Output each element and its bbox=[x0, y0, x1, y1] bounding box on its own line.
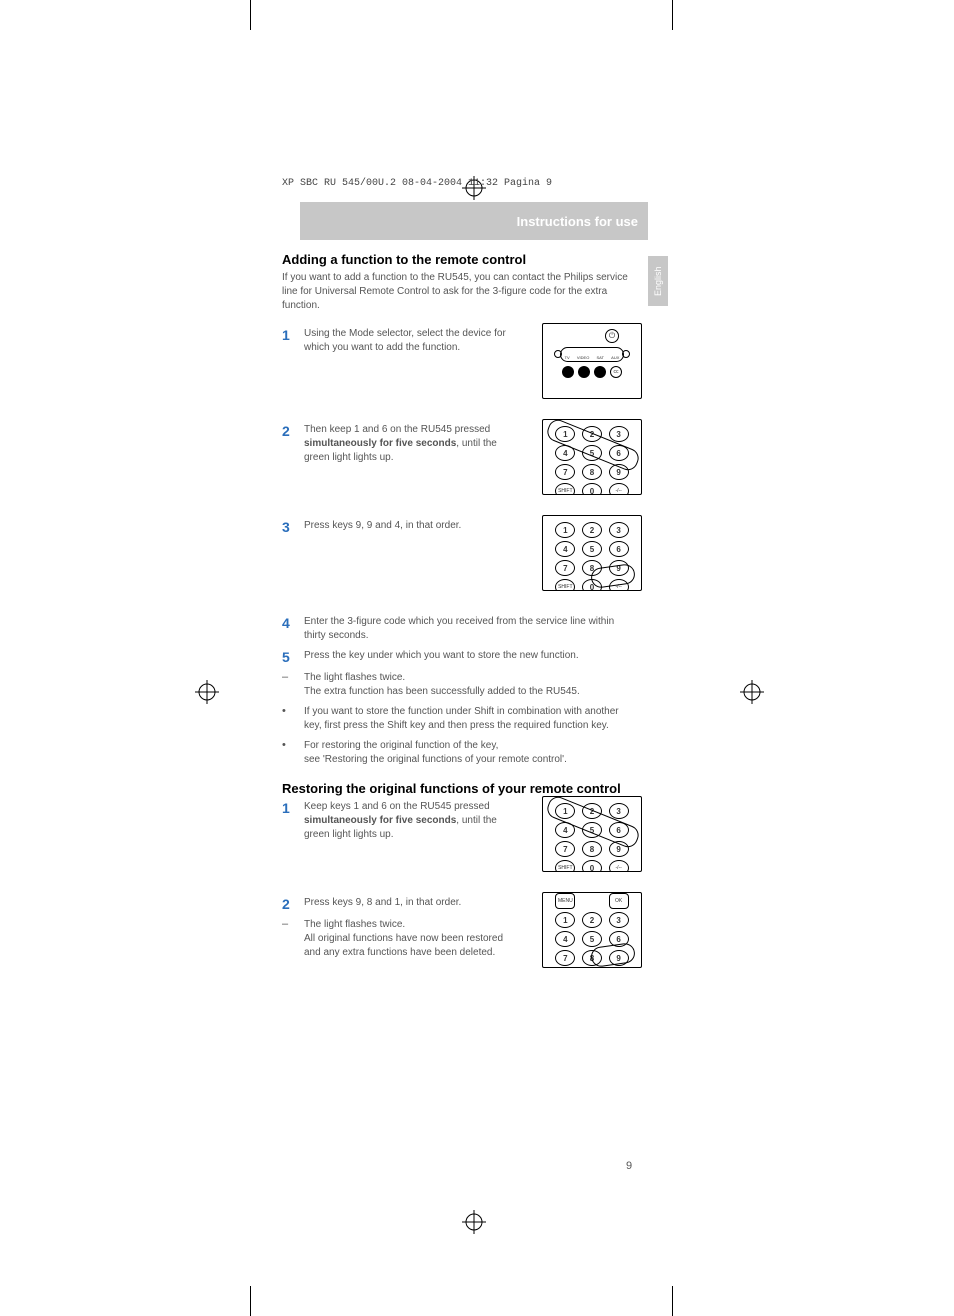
step5-number: 5 bbox=[282, 649, 304, 665]
page: XP SBC RU 545/00U.2 08-04-2004 11:32 Pag… bbox=[0, 0, 954, 1316]
step3-text: Press keys 9, 9 and 4, in that order. bbox=[304, 519, 514, 535]
section2-title: Restoring the original functions of your… bbox=[282, 781, 638, 796]
power-icon: ⏻ bbox=[605, 329, 619, 343]
step4: 4 Enter the 3-figure code which you rece… bbox=[282, 615, 638, 643]
step1-number: 1 bbox=[282, 327, 304, 355]
s2-step2-number: 2 bbox=[282, 896, 304, 912]
figure-mode-selector: ⏻ TVVIDEOSATAUX cc bbox=[542, 323, 642, 399]
step2-text: Then keep 1 and 6 on the RU545 pressed s… bbox=[304, 423, 514, 465]
language-tab: English bbox=[648, 256, 668, 306]
step5: 5 Press the key under which you want to … bbox=[282, 649, 638, 665]
dash1-text: The light flashes twice. The extra funct… bbox=[304, 671, 580, 699]
step2-number: 2 bbox=[282, 423, 304, 465]
mode-slider: TVVIDEOSATAUX bbox=[560, 347, 624, 362]
s2-step2-text: Press keys 9, 8 and 1, in that order. bbox=[304, 896, 514, 912]
step5-text: Press the key under which you want to st… bbox=[304, 649, 579, 665]
step-dash1: – The light flashes twice. The extra fun… bbox=[282, 671, 638, 699]
s2-step1-block: 1 Keep keys 1 and 6 on the RU545 pressed… bbox=[282, 800, 638, 888]
figure-keypad-981: MENUOK 123 456 789 bbox=[542, 892, 642, 968]
s2-step1-number: 1 bbox=[282, 800, 304, 842]
step4-number: 4 bbox=[282, 615, 304, 643]
s2-dash1-text: The light flashes twice. All original fu… bbox=[304, 918, 514, 960]
section1-title: Adding a function to the remote control bbox=[282, 252, 638, 267]
header-line: XP SBC RU 545/00U.2 08-04-2004 11:32 Pag… bbox=[282, 178, 552, 189]
content: Adding a function to the remote control … bbox=[282, 252, 638, 992]
s2-step2-block: 2 Press keys 9, 8 and 1, in that order. … bbox=[282, 896, 638, 984]
registration-mark-icon bbox=[195, 680, 219, 704]
step1-text: Using the Mode selector, select the devi… bbox=[304, 327, 514, 355]
page-number: 9 bbox=[626, 1160, 632, 1172]
bullet1: • If you want to store the function unde… bbox=[282, 705, 638, 733]
bullet1-text: If you want to store the function under … bbox=[304, 705, 638, 733]
bullet2: • For restoring the original function of… bbox=[282, 739, 638, 767]
step3-number: 3 bbox=[282, 519, 304, 535]
step2-block: 2 Then keep 1 and 6 on the RU545 pressed… bbox=[282, 423, 638, 511]
registration-mark-icon bbox=[740, 680, 764, 704]
step3-block: 3 Press keys 9, 9 and 4, in that order. … bbox=[282, 519, 638, 607]
step1-block: 1 Using the Mode selector, select the de… bbox=[282, 327, 638, 415]
figure-keypad-1-6-b: 123 456 789 SHIFT0-/-- bbox=[542, 796, 642, 872]
s2-step1-text: Keep keys 1 and 6 on the RU545 pressed s… bbox=[304, 800, 514, 842]
banner-instructions: Instructions for use bbox=[300, 202, 648, 240]
registration-mark-icon bbox=[462, 1210, 486, 1234]
figure-keypad-994: 123 456 789 SHIFT0-/-- bbox=[542, 515, 642, 591]
bullet2-text: For restoring the original function of t… bbox=[304, 739, 567, 767]
section1-intro: If you want to add a function to the RU5… bbox=[282, 271, 638, 313]
figure-keypad-1-6: 123 456 789 SHIFT0-/-- bbox=[542, 419, 642, 495]
step4-text: Enter the 3-figure code which you receiv… bbox=[304, 615, 638, 643]
